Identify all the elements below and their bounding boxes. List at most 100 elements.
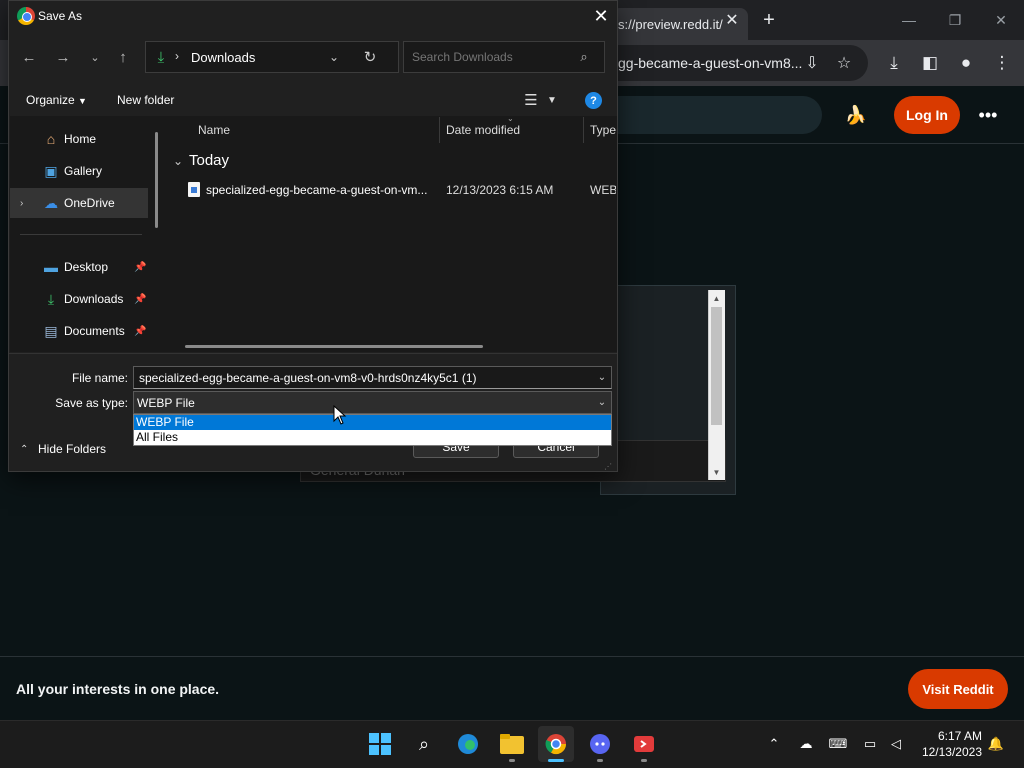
nav-item-label: Documents [64, 324, 125, 338]
edge-icon[interactable] [450, 726, 486, 762]
cloud-off-icon[interactable]: ☁ [796, 734, 816, 754]
scroll-up-icon[interactable]: ▲ [708, 291, 725, 305]
taskbar-indicator [641, 759, 647, 762]
chevron-down-icon: ▼ [78, 96, 87, 106]
pin-icon[interactable]: 📌 [134, 262, 146, 273]
save-type-select[interactable]: WEBP File [133, 391, 612, 414]
chevron-up-icon[interactable]: ⌃ [764, 734, 784, 754]
resize-grip-icon[interactable]: ⋰ [604, 462, 614, 471]
nav-item-label: Gallery [64, 164, 103, 178]
nav-item-label: Desktop [64, 260, 109, 274]
up-arrow-icon[interactable]: ↑ [112, 46, 134, 68]
column-header-name[interactable]: Name [198, 123, 230, 137]
system-clock[interactable]: 6:17 AM 12/13/2023 [910, 728, 982, 760]
nav-item-label: OneDrive [64, 196, 115, 210]
nav-item-gallery[interactable]: ▣ Gallery [10, 156, 148, 186]
file-explorer-icon[interactable] [494, 726, 530, 762]
file-list-pane [167, 116, 617, 352]
chevron-down-icon[interactable]: ⌄ [595, 370, 609, 384]
omnibox[interactable]: gg-became-a-guest-on-vm8... [600, 45, 868, 81]
column-separator[interactable] [583, 117, 584, 143]
expand-chevron-icon[interactable]: › [20, 198, 23, 209]
chevron-up-icon[interactable]: ⌃ [20, 444, 28, 455]
file-name-cell[interactable]: specialized-egg-became-a-guest-on-vm... [206, 183, 427, 197]
plus-icon[interactable]: + [758, 9, 780, 31]
hide-folders-button[interactable]: Hide Folders [38, 442, 106, 456]
organize-button[interactable]: Organize ▼ [26, 93, 87, 107]
type-option-webp[interactable]: WEBP File [134, 415, 611, 430]
save-type-label: Save as type: [55, 396, 128, 410]
recent-locations-icon[interactable]: ⌄ [84, 46, 106, 68]
chrome-logo-icon [17, 7, 35, 25]
taskbar-indicator [509, 759, 515, 762]
banner-text: All your interests in one place. [16, 681, 220, 697]
refresh-icon[interactable]: ↻ [360, 47, 380, 67]
file-type-cell: WEBP [590, 183, 616, 197]
type-option-all-files[interactable]: All Files [134, 430, 611, 445]
discord-icon[interactable] [582, 726, 618, 762]
nav-item-downloads[interactable]: ⤓ Downloads 📌 [10, 284, 148, 314]
download-icon[interactable]: ⤓ [882, 51, 906, 75]
login-button[interactable]: Log In [894, 96, 960, 134]
column-separator[interactable] [439, 117, 440, 143]
visit-reddit-button[interactable]: Visit Reddit [908, 669, 1008, 709]
breadcrumb-downloads[interactable]: Downloads [191, 50, 255, 65]
nav-scrollbar[interactable] [155, 132, 158, 228]
install-icon[interactable]: ⇩ [800, 51, 824, 75]
search-icon[interactable]: ⌕ [575, 48, 593, 66]
search-icon[interactable]: ⌕ [406, 726, 442, 762]
dialog-titlebar[interactable] [9, 1, 617, 33]
pin-icon[interactable]: 📌 [134, 326, 146, 337]
back-arrow-icon[interactable]: ← [18, 46, 40, 68]
background-scroll-thumb[interactable] [711, 307, 722, 425]
group-collapse-icon[interactable]: ⌄ [173, 154, 183, 168]
star-icon[interactable]: ☆ [832, 51, 856, 75]
nav-item-documents[interactable]: ▤ Documents 📌 [10, 316, 148, 346]
restore-icon[interactable]: ❐ [943, 8, 967, 32]
gallery-icon: ▣ [44, 162, 58, 179]
chevron-down-icon[interactable]: ▼ [545, 92, 559, 108]
group-header-today[interactable]: Today [189, 152, 229, 169]
chrome-icon[interactable] [538, 726, 574, 762]
menu-icon[interactable]: ⋮ [990, 51, 1014, 75]
coin-icon[interactable]: 🍌 [844, 103, 868, 127]
view-list-icon[interactable]: ☰ [522, 91, 540, 109]
minimize-icon[interactable]: — [897, 8, 921, 32]
taskbar-indicator [597, 759, 603, 762]
nav-item-label: Downloads [64, 292, 124, 306]
profile-icon[interactable]: ● [954, 51, 978, 75]
windows-start-icon[interactable] [362, 726, 398, 762]
chevron-down-icon[interactable]: ⌄ [595, 395, 609, 409]
column-header-type[interactable]: Type [590, 123, 616, 137]
keyboard-icon[interactable]: ⌨ [828, 734, 848, 754]
app-icon[interactable] [626, 726, 662, 762]
file-date-cell: 12/13/2023 6:15 AM [446, 183, 554, 197]
mouse-cursor-icon [333, 405, 347, 425]
nav-item-onedrive[interactable]: › ☁ OneDrive [10, 188, 148, 218]
close-icon[interactable]: ✕ [590, 5, 612, 27]
organize-label: Organize [26, 93, 75, 107]
tab-close-icon[interactable]: ✕ [722, 10, 742, 30]
nav-item-home[interactable]: ⌂ Home [10, 124, 148, 154]
column-header-date[interactable]: Date modified [446, 123, 520, 137]
volume-icon[interactable]: ◁ [886, 734, 906, 754]
chevron-down-icon[interactable]: ⌄ [324, 47, 344, 67]
display-icon[interactable]: ▭ [860, 734, 880, 754]
bell-icon[interactable]: 🔔 [986, 734, 1006, 754]
side-panel-icon[interactable]: ◧ [918, 51, 942, 75]
file-name-input[interactable] [133, 366, 612, 389]
search-input[interactable] [412, 50, 572, 64]
nav-item-desktop[interactable]: ▬ Desktop 📌 [10, 252, 148, 282]
forward-arrow-icon[interactable]: → [52, 46, 74, 68]
scroll-down-icon[interactable]: ▼ [708, 465, 725, 479]
new-folder-button[interactable]: New folder [117, 93, 174, 107]
help-icon[interactable]: ? [585, 92, 602, 109]
breadcrumb-chevron-icon[interactable]: › [175, 49, 179, 63]
nav-item-label: Home [64, 132, 97, 146]
horizontal-scrollbar[interactable] [185, 345, 483, 348]
window-close-icon[interactable]: ✕ [989, 8, 1013, 32]
pin-icon[interactable]: 📌 [134, 294, 146, 305]
omnibox-text: gg-became-a-guest-on-vm8... [618, 55, 803, 71]
more-icon[interactable]: ••• [976, 103, 1000, 127]
reddit-search-bar[interactable] [600, 96, 822, 134]
